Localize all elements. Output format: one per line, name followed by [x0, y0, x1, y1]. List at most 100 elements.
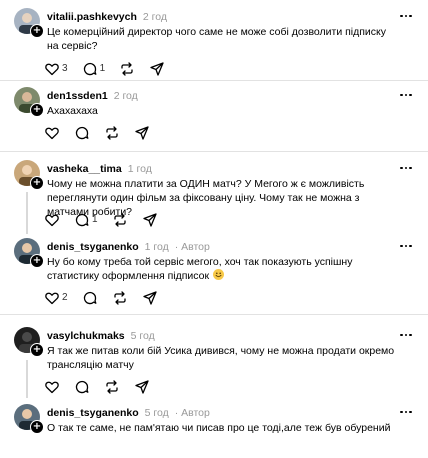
- action-bar: 1: [44, 212, 172, 228]
- username[interactable]: denis_tsyganenko: [47, 240, 139, 254]
- reply-button[interactable]: [74, 125, 90, 141]
- comment-header: vitalii.pashkevych 2 год: [47, 10, 167, 24]
- username[interactable]: denis_tsyganenko: [47, 406, 139, 420]
- comment-header: den1ssden1 2 год: [47, 89, 138, 103]
- more-icon[interactable]: [398, 10, 414, 22]
- share-icon: [150, 62, 164, 76]
- share-button[interactable]: [134, 125, 150, 141]
- comment-text: Ахахахаха: [47, 105, 98, 117]
- repost-button[interactable]: [112, 212, 128, 228]
- repost-icon: [106, 126, 118, 140]
- like-count: 2: [62, 292, 68, 303]
- avatar[interactable]: +: [14, 238, 44, 268]
- reply-count: 1: [99, 63, 106, 74]
- comment: + vitalii.pashkevych 2 год Це комерційни…: [0, 8, 428, 80]
- share-icon: [135, 126, 149, 140]
- like-button[interactable]: 2: [44, 290, 68, 306]
- username[interactable]: vitalii.pashkevych: [47, 10, 137, 24]
- more-icon[interactable]: [398, 406, 414, 418]
- divider: [0, 314, 428, 315]
- reply-button[interactable]: [82, 290, 98, 306]
- repost-button[interactable]: [104, 379, 120, 395]
- comment-icon: [83, 62, 97, 76]
- more-icon[interactable]: [398, 89, 414, 101]
- share-button[interactable]: [142, 212, 158, 228]
- comment-header: denis_tsyganenko 5 год · Автор: [47, 406, 210, 420]
- timestamp: 1 год: [144, 241, 169, 253]
- avatar[interactable]: +: [14, 8, 44, 38]
- comment: + den1ssden1 2 год Ахахахаха: [0, 87, 428, 145]
- share-icon: [142, 291, 157, 305]
- divider: [0, 80, 428, 81]
- comment: + denis_tsyganenko 5 год · Автор О так т…: [0, 404, 428, 458]
- comment-text: Я так же питав коли бій Усика дивився, ч…: [47, 345, 395, 371]
- comment-icon: [75, 126, 89, 140]
- heart-icon: [45, 292, 59, 305]
- more-icon[interactable]: [398, 329, 414, 341]
- comment-icon: [75, 213, 89, 227]
- repost-icon: [113, 213, 126, 227]
- comment: + vasheka__tima 1 год Чому не можна плат…: [0, 160, 428, 235]
- comment-feed: + vitalii.pashkevych 2 год Це комерційни…: [0, 0, 428, 458]
- author-tag: · Автор: [174, 407, 210, 419]
- follow-plus-icon[interactable]: +: [30, 254, 44, 268]
- avatar[interactable]: +: [14, 160, 44, 190]
- reply-button[interactable]: 1: [82, 61, 106, 77]
- share-button[interactable]: [149, 61, 165, 77]
- follow-plus-icon[interactable]: +: [30, 420, 44, 434]
- timestamp: 5 год: [130, 330, 155, 342]
- repost-icon: [121, 62, 133, 76]
- repost-icon: [113, 291, 126, 305]
- comment-text-content: Ну бо кому треба той сервіс мегого, хоч …: [47, 256, 353, 282]
- action-bar: [44, 125, 164, 141]
- like-button[interactable]: [44, 379, 60, 395]
- follow-plus-icon[interactable]: +: [30, 343, 44, 357]
- comment-text: Ну бо кому треба той сервіс мегого, хоч …: [47, 255, 397, 283]
- share-button[interactable]: [134, 379, 150, 395]
- author-tag-label: Автор: [181, 407, 210, 419]
- username[interactable]: vasheka__tima: [47, 162, 122, 176]
- avatar[interactable]: +: [14, 87, 44, 117]
- timestamp: 5 год: [144, 407, 169, 419]
- avatar[interactable]: +: [14, 404, 44, 434]
- comment-text: О так те саме, не пам'ятаю чи писав про …: [47, 422, 391, 434]
- timestamp: 2 год: [113, 90, 138, 102]
- comment: + vasylchukmaks 5 год Я так же питав кол…: [0, 327, 428, 399]
- more-icon[interactable]: [398, 240, 414, 252]
- reply-button[interactable]: 1: [74, 212, 98, 228]
- comment: + denis_tsyganenko 1 год · Автор Ну бо к…: [0, 238, 428, 312]
- heart-icon: [45, 127, 59, 140]
- like-count: 3: [62, 63, 68, 74]
- like-button[interactable]: 3: [44, 61, 68, 77]
- divider: [0, 151, 428, 152]
- comment-header: denis_tsyganenko 1 год · Автор: [47, 240, 210, 254]
- reply-count: 1: [92, 214, 98, 225]
- follow-plus-icon[interactable]: +: [30, 24, 44, 38]
- share-icon: [142, 213, 157, 227]
- action-bar: 3 1: [44, 61, 179, 77]
- share-button[interactable]: [142, 290, 158, 306]
- like-button[interactable]: [44, 212, 60, 228]
- timestamp: 1 год: [127, 163, 152, 175]
- username[interactable]: den1ssden1: [47, 89, 108, 103]
- heart-icon: [45, 63, 59, 76]
- comment-header: vasheka__tima 1 год: [47, 162, 152, 176]
- heart-icon: [45, 214, 59, 227]
- comment-icon: [83, 291, 97, 305]
- repost-icon: [106, 380, 118, 394]
- share-icon: [135, 380, 149, 394]
- follow-plus-icon[interactable]: +: [30, 103, 44, 117]
- more-icon[interactable]: [398, 162, 414, 174]
- action-bar: 2: [44, 290, 172, 306]
- repost-button[interactable]: [112, 290, 128, 306]
- like-button[interactable]: [44, 125, 60, 141]
- reply-button[interactable]: [74, 379, 90, 395]
- heart-icon: [45, 381, 59, 394]
- comment-header: vasylchukmaks 5 год: [47, 329, 155, 343]
- avatar[interactable]: +: [14, 327, 44, 357]
- username[interactable]: vasylchukmaks: [47, 329, 125, 343]
- repost-button[interactable]: [119, 61, 135, 77]
- follow-plus-icon[interactable]: +: [30, 176, 44, 190]
- author-tag-label: Автор: [181, 241, 210, 253]
- repost-button[interactable]: [104, 125, 120, 141]
